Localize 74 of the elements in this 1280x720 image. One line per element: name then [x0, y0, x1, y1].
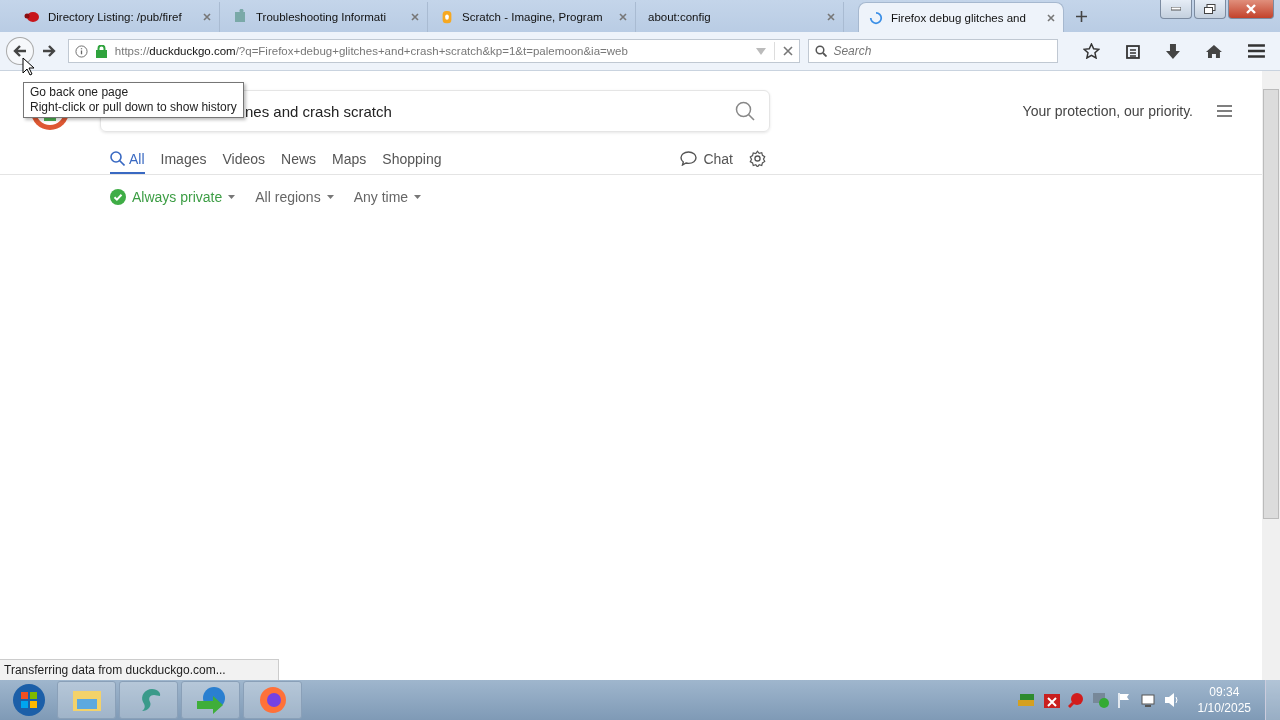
puzzle-icon: [232, 9, 248, 25]
close-icon[interactable]: [827, 13, 835, 21]
taskbar-button[interactable]: [119, 681, 178, 719]
caret-icon: [414, 195, 422, 199]
bookmark-star-icon[interactable]: [1083, 43, 1101, 59]
magnifier-icon[interactable]: [1067, 692, 1084, 708]
globe-download-icon: [194, 685, 227, 715]
nav-tab[interactable]: News: [281, 151, 317, 174]
home-icon[interactable]: [1206, 43, 1223, 59]
filter-dropdown[interactable]: Always private: [110, 189, 236, 205]
clock-time: 09:34: [1209, 684, 1240, 700]
minimize-icon: [1171, 7, 1181, 11]
firefox-icon: [257, 685, 288, 715]
menu-icon[interactable]: [1248, 44, 1265, 58]
clock-date: 1/10/2025: [1197, 700, 1251, 716]
nav-tab[interactable]: Maps: [332, 151, 367, 174]
caret-icon: [326, 195, 334, 199]
url-text: https://duckduckgo.com/?q=Firefox+debug+glitches+and+crash+scratch&kp=1&t=palemoon&ia=web: [114, 45, 629, 57]
bug-icon: [24, 9, 40, 25]
address-bar[interactable]: https://duckduckgo.com/?q=Firefox+debug+glitches+and+crash+scratch&kp=1&t=palemoon&ia=web: [67, 39, 801, 63]
search-icon[interactable]: [735, 101, 755, 121]
caret-icon: [228, 195, 236, 199]
dropdown-icon[interactable]: [756, 47, 767, 55]
search-icon: [110, 151, 125, 166]
tagline: Your protection, our priority.: [1022, 103, 1193, 119]
tab-title: about:config: [648, 11, 712, 23]
stack-icon[interactable]: [1017, 692, 1036, 708]
close-button[interactable]: [1228, 0, 1274, 19]
clipboard-icon[interactable]: [1126, 43, 1141, 59]
padlock-icon: [95, 44, 107, 58]
nav-tab[interactable]: All: [110, 151, 145, 174]
close-icon[interactable]: [619, 13, 627, 21]
tab-title: Firefox debug glitches and: [891, 11, 1027, 24]
close-icon: [1246, 4, 1256, 14]
speaker-icon[interactable]: [1163, 692, 1180, 708]
error-icon[interactable]: [1043, 692, 1060, 708]
cat-icon: [440, 9, 454, 25]
settings-icon[interactable]: [749, 150, 766, 167]
mouse-cursor-icon: [22, 57, 34, 76]
back-button[interactable]: [6, 37, 34, 65]
chat-link[interactable]: Chat: [680, 151, 733, 174]
stop-icon[interactable]: [783, 46, 794, 56]
back-arrow-icon: [12, 45, 27, 57]
close-icon[interactable]: [1047, 13, 1055, 22]
restore-icon: [1204, 4, 1216, 14]
taskbar-button[interactable]: [57, 681, 116, 719]
windows-logo-icon: [12, 683, 46, 717]
info-icon: [74, 44, 88, 58]
nav-tab[interactable]: Shopping: [382, 151, 442, 174]
new-tab-icon[interactable]: [1076, 11, 1087, 22]
scrollbar[interactable]: [1262, 71, 1280, 680]
taskbar-button[interactable]: [181, 681, 240, 719]
chat-bubble-icon: [680, 151, 698, 166]
taskbar-button[interactable]: [243, 681, 302, 719]
browser-tab[interactable]: Firefox debug glitches and: [858, 2, 1064, 32]
nav-tab[interactable]: Videos: [222, 151, 266, 174]
query-text: nes and crash scratch: [245, 102, 393, 120]
close-icon[interactable]: [411, 13, 419, 21]
flag-icon[interactable]: [1117, 692, 1132, 708]
status-bar: Transferring data from duckduckgo.com...: [0, 659, 279, 680]
checkmark-icon: [110, 189, 126, 205]
tab-title: Directory Listing: /pub/firef: [48, 11, 183, 23]
nav-tab[interactable]: Images: [160, 151, 207, 174]
restore-button[interactable]: [1194, 0, 1226, 19]
forward-arrow-icon[interactable]: [41, 45, 56, 57]
search-field[interactable]: Search: [808, 39, 1059, 63]
filter-dropdown[interactable]: All regions: [255, 189, 334, 205]
network-check-icon[interactable]: [1091, 692, 1110, 708]
close-icon[interactable]: [203, 13, 211, 21]
download-icon[interactable]: [1166, 43, 1181, 59]
tab-title: Troubleshooting Informati: [256, 11, 387, 23]
network-icon[interactable]: [1139, 692, 1156, 708]
tab-title: Scratch - Imagine, Program: [462, 11, 604, 23]
filter-dropdown[interactable]: Any time: [353, 189, 422, 205]
